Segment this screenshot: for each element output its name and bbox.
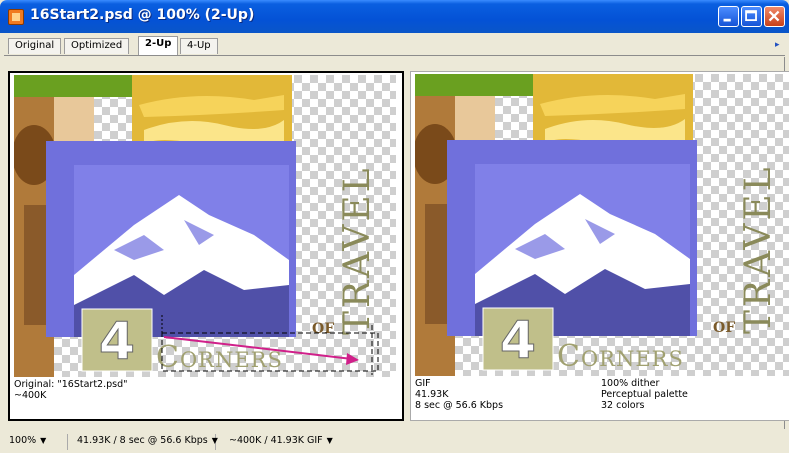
size-compare-info: ~400K / 41.93K GIF (229, 435, 323, 446)
optimized-image-canvas[interactable]: TRAVEL 4 OF Corners (415, 74, 789, 376)
original-filename: Original: "16Start2.psd" (14, 379, 128, 390)
view-tabs: Original Optimized 2-Up 4-Up ▸ (4, 34, 785, 56)
original-preview-panel[interactable]: TRAVEL 4 OF Corners Original: "16Start2.… (8, 71, 404, 421)
optimized-preview-panel[interactable]: TRAVEL 4 OF Corners GIF 41.93K 8 sec @ 5… (410, 71, 789, 421)
optimized-info: GIF 41.93K 8 sec @ 56.6 Kbps 100% dither… (415, 378, 789, 418)
download-info: 41.93K / 8 sec @ 56.6 Kbps (77, 435, 208, 446)
status-bar: 100% ▼ 41.93K / 8 sec @ 56.6 Kbps ▼ ~400K … (0, 429, 789, 453)
photoshop-document-icon (8, 9, 24, 25)
original-info: Original: "16Start2.psd" ~400K (14, 379, 396, 419)
optimized-download-time: 8 sec @ 56.6 Kbps (415, 400, 504, 411)
close-button[interactable] (764, 6, 785, 27)
original-size: ~400K (14, 390, 47, 401)
travel-text: TRAVEL (738, 164, 779, 334)
tab-4-up[interactable]: 4-Up (180, 38, 218, 54)
tab-2-up[interactable]: 2-Up (138, 36, 179, 55)
title-bar[interactable]: 16Start2.psd @ 100% (2-Up) (0, 0, 789, 33)
optimized-dither: 100% dither (601, 378, 660, 389)
of-text: OF (312, 321, 334, 337)
preview-area: TRAVEL 4 OF Corners Original: "16Start2.… (4, 57, 789, 429)
travel-artwork-optimized: TRAVEL 4 OF Corners (415, 74, 779, 376)
photoshop-save-for-web-window: 16Start2.psd @ 100% (2-Up) Original Opti… (0, 0, 789, 453)
maximize-button[interactable] (741, 6, 762, 27)
zoom-value: 100% (9, 435, 37, 446)
download-speed-dropdown[interactable]: 41.93K / 8 sec @ 56.6 Kbps ▼ (74, 434, 218, 450)
size-compare-dropdown[interactable]: ~400K / 41.93K GIF ▼ (226, 434, 354, 450)
travel-artwork-original: TRAVEL 4 OF Corners (14, 75, 379, 377)
corners-text: Corners (156, 340, 283, 375)
numeral-four: 4 (500, 311, 536, 371)
optimized-colors: 32 colors (601, 400, 645, 411)
zoom-dropdown[interactable]: 100% ▼ (6, 434, 68, 450)
maximize-icon (745, 10, 757, 22)
tab-original[interactable]: Original (8, 38, 62, 54)
original-image-canvas[interactable]: TRAVEL 4 OF Corners (14, 75, 396, 377)
chevron-down-icon: ▼ (211, 436, 218, 445)
minimize-button[interactable] (718, 6, 739, 27)
of-text: OF (713, 320, 735, 336)
travel-text: TRAVEL (337, 165, 378, 335)
window-title: 16Start2.psd @ 100% (2-Up) (30, 7, 255, 23)
numeral-four: 4 (99, 312, 135, 372)
corners-text: Corners (557, 339, 684, 374)
chevron-down-icon: ▼ (40, 436, 47, 445)
minimize-icon (723, 18, 731, 22)
chevron-down-icon: ▼ (326, 436, 333, 445)
tab-optimized[interactable]: Optimized (64, 38, 130, 54)
close-icon (768, 10, 780, 22)
optimized-palette: Perceptual palette (601, 389, 688, 400)
optimized-format: GIF (415, 378, 431, 389)
tab-scroll-right-icon[interactable]: ▸ (775, 40, 783, 50)
optimized-size: 41.93K (415, 389, 449, 400)
